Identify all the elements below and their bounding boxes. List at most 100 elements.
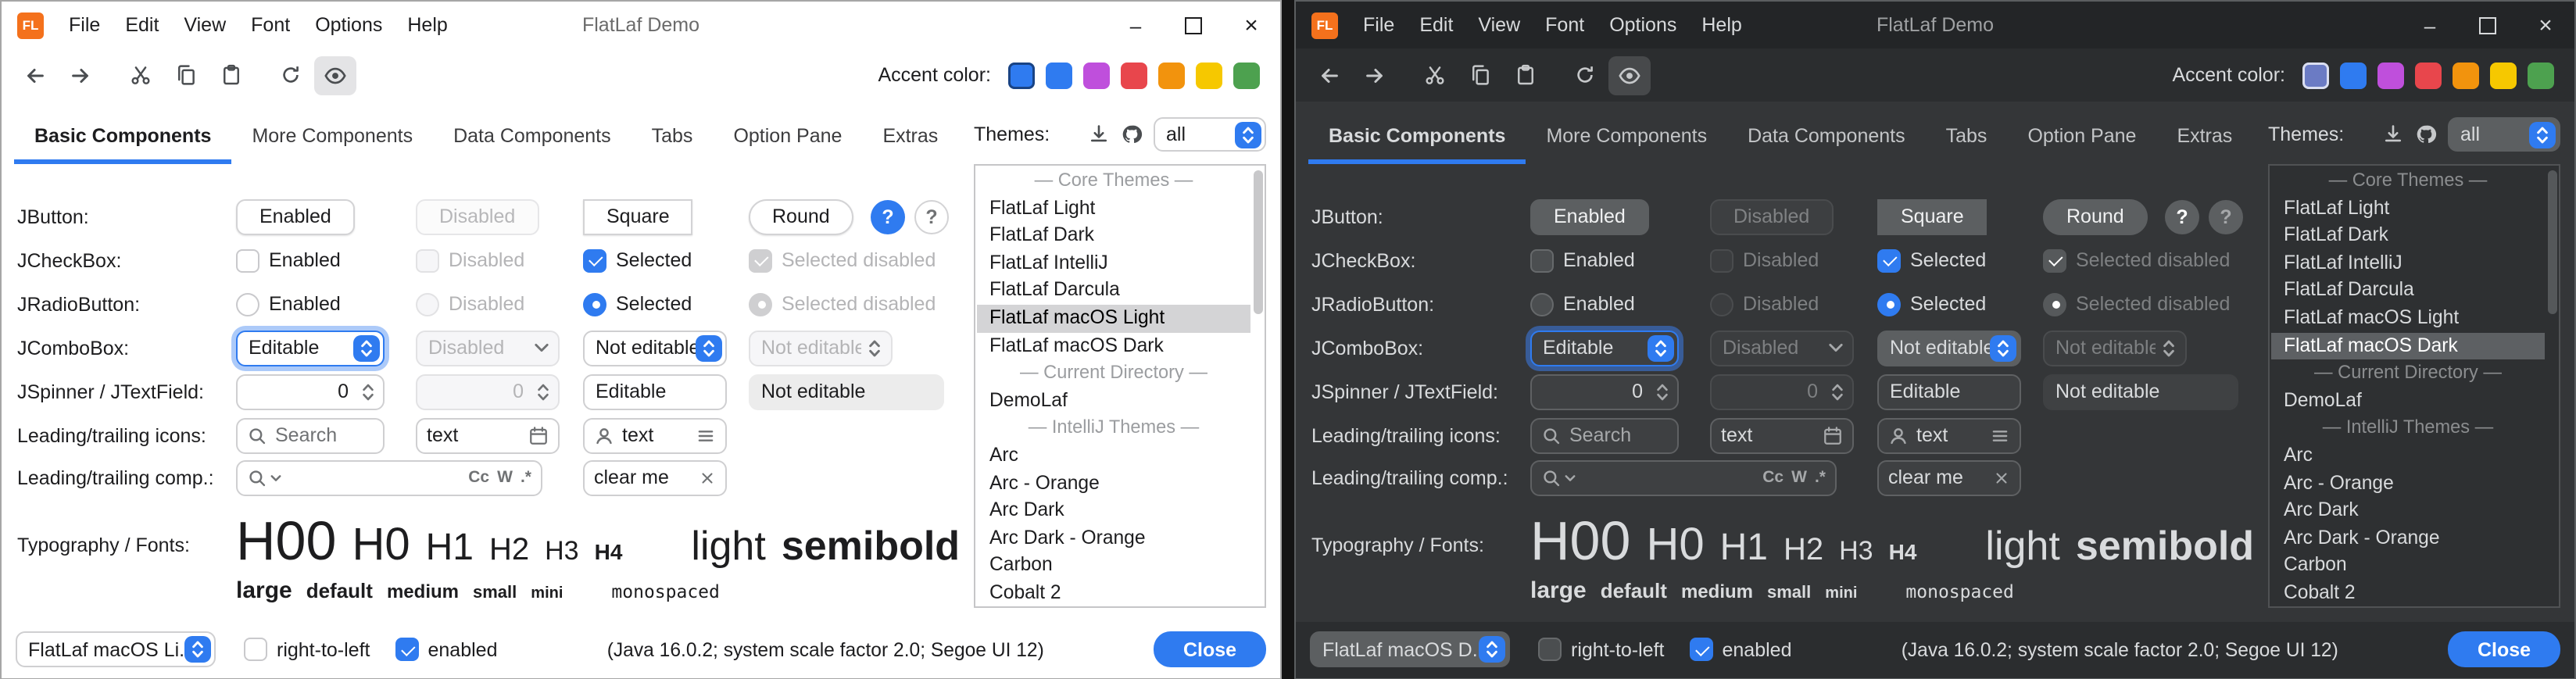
github-icon[interactable] [1121,123,1143,145]
tab[interactable]: Tabs [1926,108,2008,164]
regex-toggle[interactable]: .* [1815,468,1826,487]
checkbox[interactable]: Enabled [236,248,416,272]
radio-button[interactable]: Selected disabled [749,292,936,316]
radio-button[interactable]: Disabled [416,292,583,316]
editable-textfield[interactable]: Editable [1877,373,2021,409]
theme-list-item[interactable]: FlatLaf Darcula [2271,277,2545,305]
search-field[interactable]: Search [236,417,385,453]
enabled-button[interactable]: Enabled [236,198,355,234]
match-case-toggle[interactable]: Cc [1762,468,1784,487]
menu-list-icon[interactable] [696,425,716,445]
radio-button[interactable]: Selected disabled [2043,292,2230,316]
noteditable-combobox[interactable]: Not editable [583,330,727,366]
accent-color-swatch[interactable] [1121,62,1147,88]
close-dialog-button[interactable]: Close [1154,631,1266,667]
theme-list-item[interactable]: — Current Directory — [2271,359,2545,387]
menu-item[interactable]: Options [302,2,395,48]
chevron-down-icon[interactable] [270,474,281,481]
menu-item[interactable]: Font [1533,2,1597,48]
close-window-button[interactable]: × [2517,2,2574,48]
calendar-icon[interactable] [528,425,549,445]
accent-color-swatch[interactable] [2377,62,2404,88]
theme-list-item[interactable]: FlatLaf macOS Dark [977,332,1250,359]
theme-filter-combobox[interactable]: all [2448,117,2560,152]
menu-item[interactable]: Edit [113,2,171,48]
clearable-field[interactable]: clear me [1877,459,2021,495]
date-field[interactable]: text [1710,417,1854,453]
maximize-button[interactable] [2459,2,2517,48]
maximize-button[interactable] [1165,2,1222,48]
close-dialog-button[interactable]: Close [2448,631,2560,667]
theme-list-item[interactable]: FlatLaf IntelliJ [2271,250,2545,277]
theme-list-item[interactable]: — IntelliJ Themes — [977,415,1250,442]
right-to-left-checkbox[interactable]: right-to-left [244,638,370,661]
theme-list-item[interactable]: DemoLaf [977,388,1250,415]
accent-color-swatch[interactable] [2528,62,2554,88]
enabled-checkbox[interactable]: enabled [1690,638,1792,661]
menu-item[interactable]: Help [395,2,460,48]
noteditable-combobox[interactable]: Not editable [1877,330,2021,366]
theme-list-item[interactable]: Arc [2271,442,2545,470]
tab[interactable]: Extras [862,108,958,164]
accent-color-swatch[interactable] [2453,62,2479,88]
paste-button[interactable] [1504,55,1546,95]
theme-list-item[interactable]: FlatLaf Light [977,195,1250,222]
editable-textfield[interactable]: Editable [583,373,727,409]
menu-item[interactable]: Edit [1407,2,1465,48]
minimize-button[interactable]: – [2401,2,2459,48]
accent-color-swatch[interactable] [2490,62,2517,88]
accent-color-swatch[interactable] [1046,62,1072,88]
clear-x-icon[interactable] [699,469,716,486]
accent-color-swatch[interactable] [2415,62,2442,88]
editable-combobox[interactable]: Editable [1530,330,1679,366]
clearable-field[interactable]: clear me [583,459,727,495]
refresh-button[interactable] [269,55,311,95]
menu-item[interactable]: File [1351,2,1407,48]
copy-button[interactable] [1458,55,1501,95]
help-button[interactable]: ? [871,199,905,234]
radio-button[interactable]: Selected [1877,292,2043,316]
tab[interactable]: Basic Components [1308,108,1526,164]
whole-word-toggle[interactable]: W [1791,468,1807,487]
back-button[interactable] [1308,55,1351,95]
chevron-down-icon[interactable] [1565,474,1576,481]
theme-list-item[interactable]: Arc - Orange [2271,470,2545,497]
accent-color-swatch[interactable] [1158,62,1185,88]
theme-filter-combobox[interactable]: all [1154,117,1266,152]
theme-list-item[interactable]: FlatLaf Light [2271,195,2545,222]
tab[interactable]: More Components [231,108,433,164]
enabled-button[interactable]: Enabled [1530,198,1649,234]
theme-list-item[interactable]: — IntelliJ Themes — [2271,415,2545,442]
lookandfeel-combobox[interactable]: FlatLaf macOS Li... [16,631,216,667]
enabled-checkbox[interactable]: enabled [395,638,498,661]
menu-item[interactable]: Font [238,2,302,48]
themes-scrollbar[interactable] [2545,166,2559,606]
theme-list-item[interactable]: Arc Dark - Orange [977,524,1250,552]
match-case-toggle[interactable]: Cc [468,468,489,487]
theme-list-item[interactable]: — Core Themes — [2271,167,2545,195]
radio-button[interactable]: Selected [583,292,749,316]
lookandfeel-combobox[interactable]: FlatLaf macOS D... [1310,631,1510,667]
theme-list-item[interactable]: Arc Dark [2271,497,2545,524]
whole-word-toggle[interactable]: W [497,468,513,487]
accent-color-swatch[interactable] [1083,62,1110,88]
theme-list-item[interactable]: FlatLaf Dark [977,222,1250,249]
paste-button[interactable] [209,55,252,95]
spinner-arrows-icon[interactable] [1651,381,1674,402]
theme-list-item[interactable]: Arc Dark - Orange [2271,524,2545,552]
menu-item[interactable]: File [56,2,113,48]
cut-button[interactable] [119,55,161,95]
square-button[interactable]: Square [583,198,693,234]
radio-button[interactable]: Enabled [1530,292,1710,316]
radio-button[interactable]: Disabled [1710,292,1877,316]
help-button-secondary[interactable]: ? [914,199,949,234]
menu-item[interactable]: View [171,2,238,48]
theme-list-item[interactable]: Carbon [977,552,1250,580]
search-with-options-field[interactable]: Cc W .* [236,459,542,495]
tab[interactable]: More Components [1526,108,1727,164]
scrollbar-thumb[interactable] [1253,170,1262,314]
checkbox[interactable]: Selected [1877,248,2043,272]
theme-list-item[interactable]: Arc Dark [977,497,1250,524]
tab[interactable]: Data Components [433,108,631,164]
tab[interactable]: Option Pane [713,108,862,164]
